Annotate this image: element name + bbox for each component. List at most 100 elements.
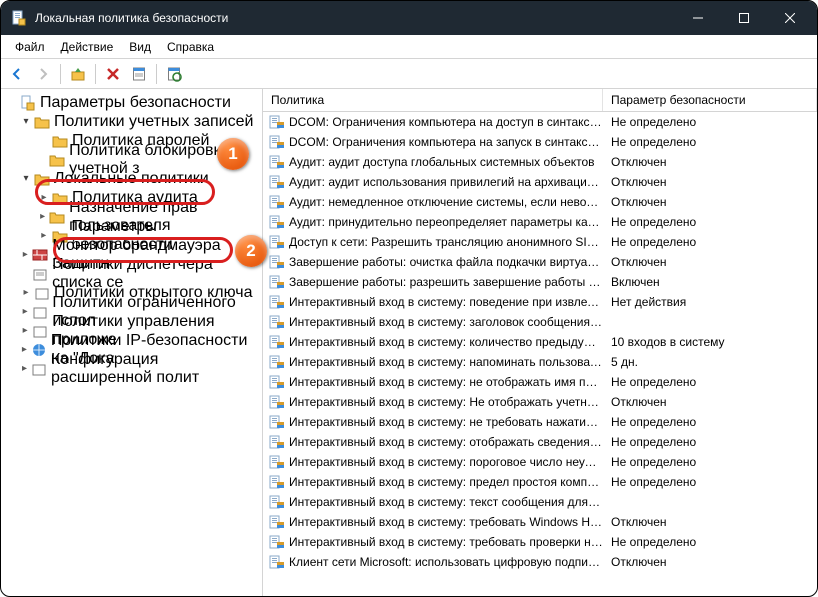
policy-name: Интерактивный вход в систему: напоминать… [289, 355, 603, 369]
policy-name: Интерактивный вход в систему: пороговое … [289, 455, 603, 469]
list-row[interactable]: Интерактивный вход в систему: не отображ… [263, 372, 817, 392]
policy-icon [269, 334, 285, 350]
minimize-button[interactable] [675, 1, 721, 35]
list-row[interactable]: Интерактивный вход в систему: поведение … [263, 292, 817, 312]
list-row[interactable]: Интерактивный вход в систему: отображать… [263, 432, 817, 452]
policy-name: Интерактивный вход в систему: требовать … [289, 515, 603, 529]
policy-icon [269, 434, 285, 450]
window: Локальная политика безопасности Файл Дей… [0, 0, 818, 597]
policy-name: DCOM: Ограничения компьютера на запуск в… [289, 135, 603, 149]
list-row[interactable]: Аудит: аудит использования привилегий на… [263, 172, 817, 192]
list-row[interactable]: Интерактивный вход в систему: предел про… [263, 472, 817, 492]
list-row[interactable]: Интерактивный вход в систему: Не отображ… [263, 392, 817, 412]
col-setting[interactable]: Параметр безопасности [603, 89, 817, 111]
policy-value: Отключен [603, 255, 817, 269]
refresh-button[interactable] [162, 62, 186, 86]
list-body[interactable]: DCOM: Ограничения компьютера на доступ в… [263, 112, 817, 596]
forward-button[interactable] [31, 62, 55, 86]
policy-value: Не определено [603, 135, 817, 149]
policy-icon [269, 274, 285, 290]
list-row[interactable]: Интерактивный вход в систему: напоминать… [263, 352, 817, 372]
list-row[interactable]: Интерактивный вход в систему: не требова… [263, 412, 817, 432]
tree-lockout-policy[interactable]: Политика блокировки учетной з [3, 150, 260, 169]
policy-icon [269, 174, 285, 190]
security-root-icon [20, 95, 36, 111]
menu-file[interactable]: Файл [7, 38, 53, 56]
policy-name: Аудит: аудит доступа глобальных системны… [289, 155, 603, 169]
policy-name: Интерактивный вход в систему: количество… [289, 335, 603, 349]
menu-help[interactable]: Справка [159, 38, 222, 56]
list-row[interactable]: Завершение работы: разрешить завершение … [263, 272, 817, 292]
policy-icon [269, 414, 285, 430]
policy-name: Клиент сети Microsoft: использовать цифр… [289, 555, 603, 569]
menubar: Файл Действие Вид Справка [1, 35, 817, 59]
policy-icon [269, 214, 285, 230]
policy-icon [269, 494, 285, 510]
list-row[interactable]: DCOM: Ограничения компьютера на доступ в… [263, 112, 817, 132]
policy-name: Интерактивный вход в систему: не требова… [289, 415, 603, 429]
menu-view[interactable]: Вид [121, 38, 159, 56]
policy-value: Не определено [603, 475, 817, 489]
policy-icon [269, 354, 285, 370]
separator [95, 64, 96, 84]
list-pane: Политика Параметр безопасности DCOM: Огр… [263, 89, 817, 596]
policy-value: Не определено [603, 215, 817, 229]
policy-icon [269, 294, 285, 310]
list-row[interactable]: Интерактивный вход в систему: текст сооб… [263, 492, 817, 512]
list-row[interactable]: Интерактивный вход в систему: требовать … [263, 512, 817, 532]
policy-value: Нет действия [603, 295, 817, 309]
policy-icon [269, 234, 285, 250]
col-policy[interactable]: Политика [263, 89, 603, 111]
policy-name: Завершение работы: разрешить завершение … [289, 275, 603, 289]
policy-name: Интерактивный вход в систему: заголовок … [289, 315, 603, 329]
policy-value: Не определено [603, 235, 817, 249]
list-row[interactable]: Интерактивный вход в систему: требовать … [263, 532, 817, 552]
app-icon [11, 10, 27, 26]
close-button[interactable] [767, 1, 813, 35]
list-row[interactable]: DCOM: Ограничения компьютера на запуск в… [263, 132, 817, 152]
maximize-button[interactable] [721, 1, 767, 35]
policy-name: Завершение работы: очистка файла подкачк… [289, 255, 603, 269]
policy-icon [269, 134, 285, 150]
list-row[interactable]: Интерактивный вход в систему: заголовок … [263, 312, 817, 332]
firewall-icon [32, 247, 48, 263]
properties-button[interactable] [127, 62, 151, 86]
policy-name: Аудит: немедленное отключение системы, е… [289, 195, 603, 209]
policy-name: Интерактивный вход в систему: отображать… [289, 435, 603, 449]
policy-value: Не определено [603, 455, 817, 469]
policy-name: Интерактивный вход в систему: предел про… [289, 475, 603, 489]
tree-pane[interactable]: Параметры безопасности Политики учетных … [1, 89, 263, 596]
delete-button[interactable] [101, 62, 125, 86]
list-row[interactable]: Аудит: принудительно переопределяет пара… [263, 212, 817, 232]
policy-value: Отключен [603, 395, 817, 409]
policy-name: Интерактивный вход в систему: не отображ… [289, 375, 603, 389]
policy-value: Отключен [603, 555, 817, 569]
tree-account-policies[interactable]: Политики учетных записей [3, 112, 260, 131]
policy-value: Не определено [603, 435, 817, 449]
policy-name: Аудит: аудит использования привилегий на… [289, 175, 603, 189]
list-row[interactable]: Аудит: немедленное отключение системы, е… [263, 192, 817, 212]
list-row[interactable]: Аудит: аудит доступа глобальных системны… [263, 152, 817, 172]
policy-value: Отключен [603, 195, 817, 209]
list-row[interactable]: Интерактивный вход в систему: количество… [263, 332, 817, 352]
policy-value: 10 входов в систему [603, 335, 817, 349]
policy-name: Интерактивный вход в систему: текст сооб… [289, 495, 603, 509]
policy-value: Отключен [603, 155, 817, 169]
separator [156, 64, 157, 84]
policy-icon [269, 114, 285, 130]
tree-advanced-audit[interactable]: Конфигурация расширенной полит [3, 359, 260, 378]
list-row[interactable]: Доступ к сети: Разрешить трансляцию анон… [263, 232, 817, 252]
list-row[interactable]: Интерактивный вход в систему: пороговое … [263, 452, 817, 472]
list-header: Политика Параметр безопасности [263, 89, 817, 112]
policy-value: Не определено [603, 415, 817, 429]
tree-network-list[interactable]: Политики диспетчера списка се [3, 264, 260, 283]
list-row[interactable]: Клиент сети Microsoft: использовать цифр… [263, 552, 817, 572]
policy-icon [269, 154, 285, 170]
policy-name: Доступ к сети: Разрешить трансляцию анон… [289, 235, 603, 249]
back-button[interactable] [5, 62, 29, 86]
menu-action[interactable]: Действие [53, 38, 122, 56]
tree-root[interactable]: Параметры безопасности [3, 93, 260, 112]
up-button[interactable] [66, 62, 90, 86]
list-row[interactable]: Завершение работы: очистка файла подкачк… [263, 252, 817, 272]
policy-icon [269, 254, 285, 270]
